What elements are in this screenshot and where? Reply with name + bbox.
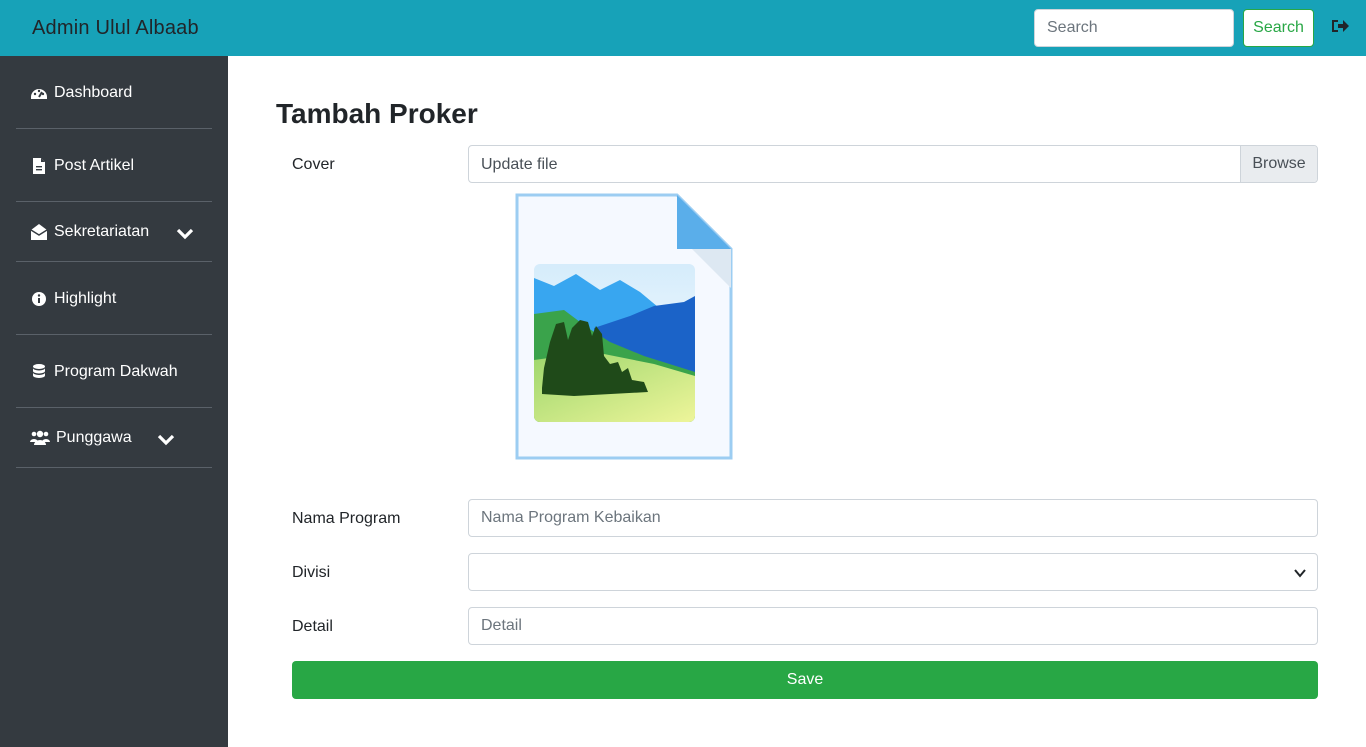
sidebar-item-label: Post Artikel bbox=[54, 157, 135, 174]
save-button[interactable]: Save bbox=[292, 661, 1318, 699]
chevron-down-icon[interactable] bbox=[157, 430, 175, 448]
sidebar-item-label: Program Dakwah bbox=[54, 363, 178, 380]
info-circle-icon bbox=[30, 290, 48, 308]
page-title: Tambah Proker bbox=[276, 98, 478, 129]
sidebar-item-label: Punggawa bbox=[56, 429, 132, 446]
sidebar-item-label: Highlight bbox=[54, 290, 117, 307]
brand-title[interactable]: Admin Ulul Albaab bbox=[32, 17, 199, 40]
database-icon bbox=[30, 363, 48, 381]
divisi-select[interactable] bbox=[468, 553, 1318, 591]
sidebar-item-post-artikel[interactable]: Post Artikel bbox=[16, 129, 212, 202]
search-input[interactable] bbox=[1034, 9, 1234, 47]
top-navbar: Admin Ulul Albaab Search bbox=[0, 0, 1366, 56]
search-button[interactable]: Search bbox=[1243, 9, 1314, 47]
sidebar: Dashboard Post Artikel Sekretariatan Hig… bbox=[0, 56, 228, 747]
envelope-open-icon bbox=[30, 223, 48, 241]
divisi-label: Divisi bbox=[292, 564, 331, 581]
file-input-text: Update file bbox=[481, 156, 558, 173]
sidebar-item-program-dakwah[interactable]: Program Dakwah bbox=[16, 335, 212, 408]
detail-input[interactable] bbox=[468, 607, 1318, 645]
sidebar-item-punggawa[interactable]: Punggawa bbox=[16, 408, 212, 468]
chevron-down-icon bbox=[1293, 566, 1307, 580]
detail-label: Detail bbox=[292, 618, 333, 635]
sign-out-icon[interactable] bbox=[1330, 16, 1350, 36]
cover-file-input[interactable]: Update file Browse bbox=[468, 145, 1318, 183]
sidebar-item-label: Sekretariatan bbox=[54, 223, 150, 240]
sidebar-item-highlight[interactable]: Highlight bbox=[16, 262, 212, 335]
tachometer-icon bbox=[30, 84, 48, 102]
chevron-down-icon[interactable] bbox=[176, 224, 194, 242]
nama-program-label: Nama Program bbox=[292, 510, 401, 527]
cover-image-placeholder-icon bbox=[514, 192, 734, 462]
sidebar-item-label: Dashboard bbox=[54, 84, 133, 101]
nama-program-input[interactable] bbox=[468, 499, 1318, 537]
cover-label: Cover bbox=[292, 156, 335, 173]
sidebar-item-sekretariatan[interactable]: Sekretariatan bbox=[16, 202, 212, 262]
sidebar-item-dashboard[interactable]: Dashboard bbox=[16, 56, 212, 129]
browse-button[interactable]: Browse bbox=[1240, 146, 1317, 182]
users-icon bbox=[30, 429, 50, 447]
file-icon bbox=[30, 157, 48, 175]
